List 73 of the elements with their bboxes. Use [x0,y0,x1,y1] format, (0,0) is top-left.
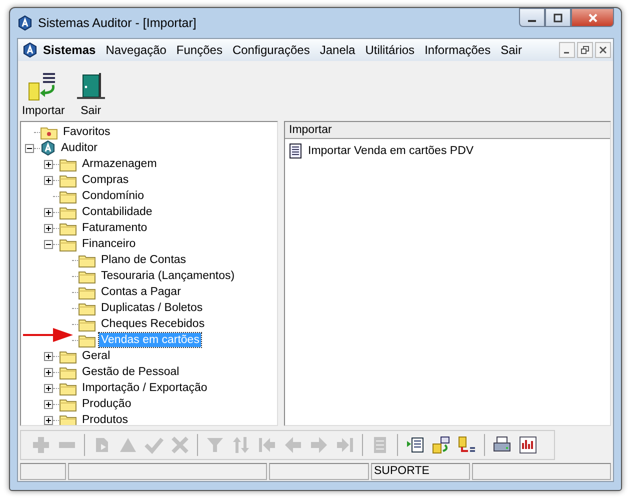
tree-item[interactable]: Condomínio [80,189,146,203]
tree-item[interactable]: Produtos [80,413,130,425]
menu-item[interactable]: Sair [496,43,527,57]
chart-icon [518,435,538,455]
menu-item[interactable]: Informações [420,43,496,57]
menu-item[interactable]: Funções [171,43,228,57]
tree-item[interactable]: Importação / Exportação [80,381,210,395]
list-icon [405,435,425,455]
menu-item[interactable]: Navegação [100,43,172,57]
last-icon [335,435,355,455]
tree-item[interactable]: Tesouraria (Lançamentos) [99,269,237,283]
tree-item[interactable]: Gestão de Pessoal [80,365,182,379]
tree-item[interactable]: Produção [80,397,134,411]
expand-icon[interactable] [44,416,53,424]
minimize-button[interactable] [559,42,575,58]
close-icon [599,46,607,54]
prev-icon [283,435,303,455]
tree-item[interactable]: Favoritos [61,125,112,139]
tree-item[interactable]: Cheques Recebidos [99,317,207,331]
restore-button[interactable] [577,42,593,58]
close-button[interactable] [571,8,614,27]
collapse-icon[interactable] [25,144,34,152]
restore-icon [581,46,589,54]
menu-item[interactable]: Janela [314,43,360,57]
menu-item[interactable]: Utilitários [360,43,420,57]
document-icon [289,143,303,159]
tree-item[interactable]: Geral [80,349,112,363]
window-title: Sistemas Auditor - [Importar] [38,16,196,30]
pointer-arrow-icon [23,328,73,342]
column-header[interactable]: Importar [285,122,610,139]
expand-icon[interactable] [44,352,53,360]
expand-icon[interactable] [44,160,53,168]
app-logo-icon [22,42,38,58]
export-icon [457,435,477,455]
list-item[interactable]: Importar Venda em cartões PDV [308,145,474,157]
first-icon [257,435,277,455]
tree-item[interactable]: Compras [80,173,131,187]
cancel-icon [170,435,190,455]
tree-item[interactable]: Auditor [59,141,100,155]
sort-icon [231,435,251,455]
tree-item[interactable]: Plano de Contas [99,253,188,267]
confirm-icon [144,435,164,455]
collapse-icon[interactable] [44,240,53,248]
filter-icon [205,435,225,455]
app-logo-icon [17,15,33,31]
minimize-icon [528,20,536,22]
tree-item[interactable]: Armazenagem [80,157,159,171]
expand-icon[interactable] [44,208,53,216]
expand-icon[interactable] [44,400,53,408]
minimize-button[interactable] [519,8,545,27]
close-icon [588,12,598,22]
menu-item[interactable]: Sistemas [38,43,101,57]
expand-icon[interactable] [44,176,53,184]
status-user: SUPORTE [371,463,470,480]
tree-item[interactable]: Duplicatas / Boletos [99,301,205,315]
import-button[interactable]: Importar [20,71,67,117]
tree-item[interactable]: Contabilidade [80,205,154,219]
menu-item[interactable]: Configurações [227,43,315,57]
tree-item[interactable]: Faturamento [80,221,150,235]
close-button[interactable] [595,42,611,58]
tree-item[interactable]: Contas a Pagar [99,285,183,299]
next-icon [309,435,329,455]
maximize-button[interactable] [545,8,571,27]
database-icon [431,435,451,455]
expand-icon[interactable] [44,384,53,392]
expand-icon[interactable] [44,368,53,376]
tree-item[interactable]: Financeiro [80,237,138,251]
add-icon [31,435,51,455]
status-panel [20,463,66,480]
app-logo-icon [40,140,56,156]
maximize-icon [553,12,563,22]
exit-button[interactable]: Sair [72,71,109,117]
expand-icon[interactable] [44,224,53,232]
